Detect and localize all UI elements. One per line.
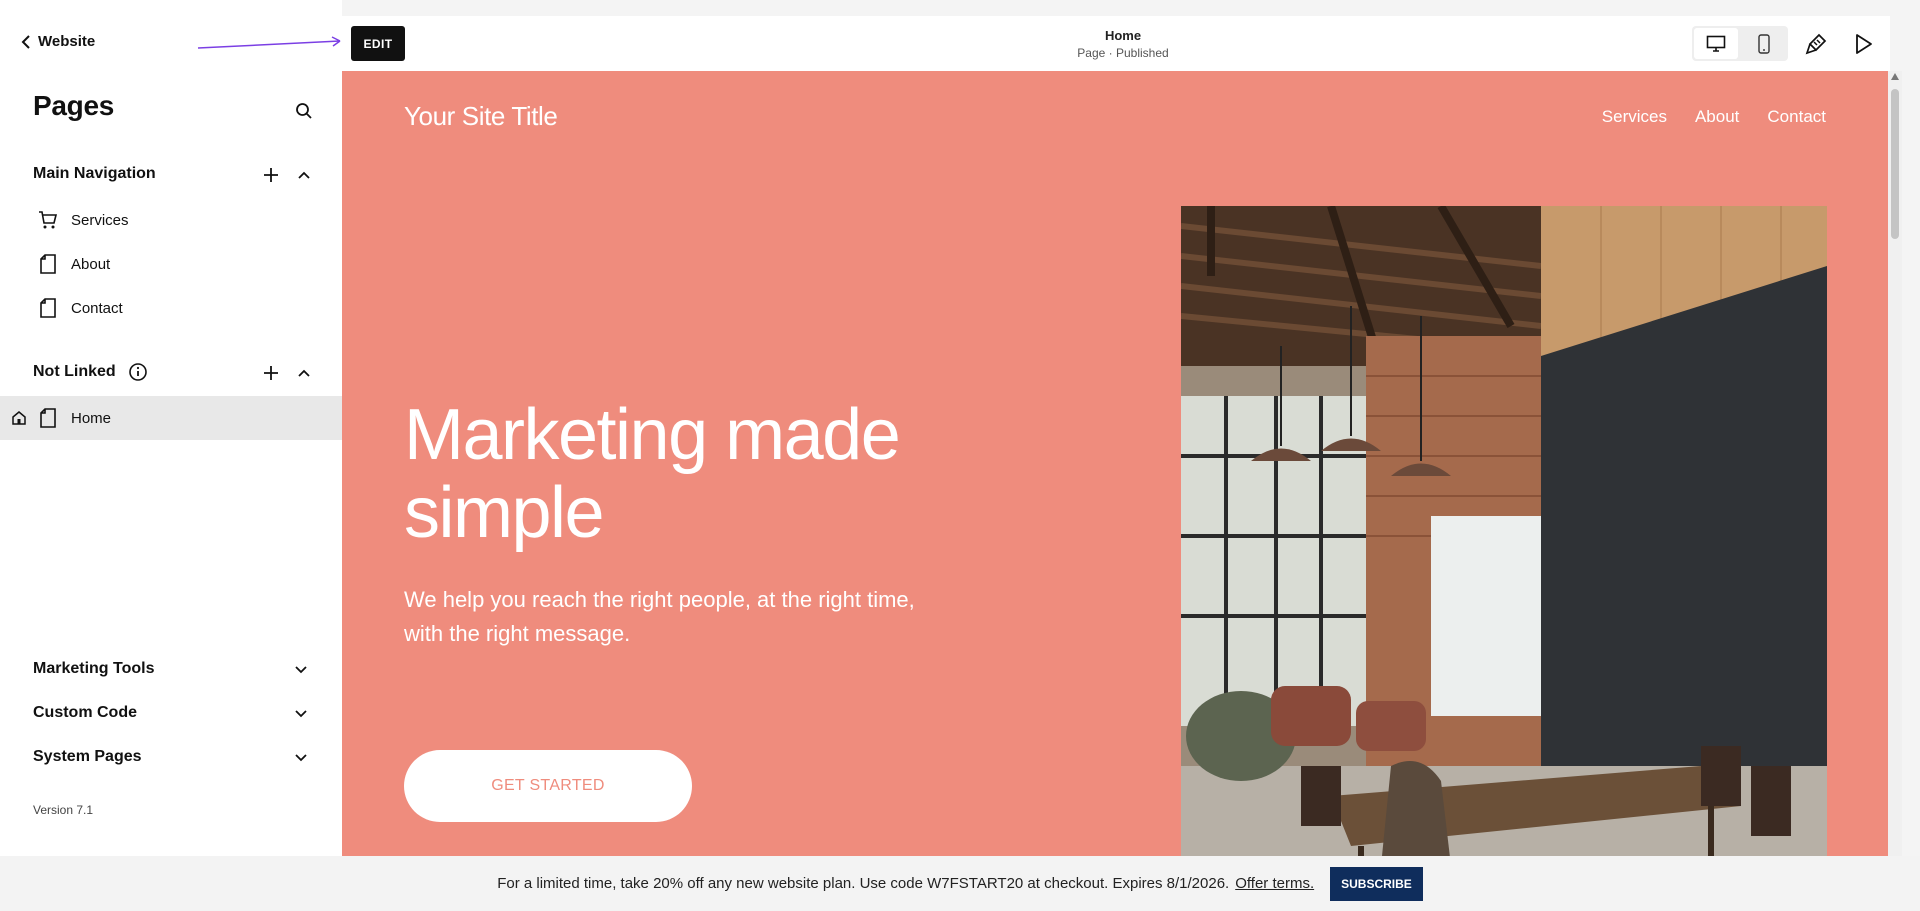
chevron-left-icon xyxy=(21,34,30,49)
office-interior-image xyxy=(1181,206,1827,856)
chevron-down-icon xyxy=(295,666,307,674)
chevron-up-icon[interactable] xyxy=(296,366,312,382)
scrollbar-thumb[interactable] xyxy=(1891,89,1899,239)
section-label: Custom Code xyxy=(33,704,137,721)
hero-heading: Marketing made simple xyxy=(404,395,901,553)
site-nav-contact[interactable]: Contact xyxy=(1767,107,1826,127)
search-icon[interactable] xyxy=(294,101,314,121)
desktop-icon xyxy=(1706,35,1726,52)
system-pages-section[interactable]: System Pages xyxy=(33,748,309,766)
version-label: Version 7.1 xyxy=(33,803,94,817)
site-nav-services[interactable]: Services xyxy=(1602,107,1667,127)
main-navigation-title: Main Navigation xyxy=(33,165,156,182)
subscribe-button[interactable]: SUBSCRIBE xyxy=(1330,866,1423,901)
nav-item-label: Home xyxy=(71,409,112,427)
promo-banner: For a limited time, take 20% off any new… xyxy=(0,856,1920,911)
promo-text: For a limited time, take 20% off any new… xyxy=(497,875,1230,892)
chevron-down-icon xyxy=(295,754,307,762)
chevron-down-icon xyxy=(295,710,307,718)
offer-terms-link[interactable]: Offer terms. xyxy=(1235,875,1314,892)
nav-item-services[interactable]: Services xyxy=(0,198,342,242)
home-icon xyxy=(12,411,26,425)
preview-play-icon[interactable] xyxy=(1851,32,1875,56)
marketing-tools-section[interactable]: Marketing Tools xyxy=(33,660,309,678)
nav-item-contact[interactable]: Contact xyxy=(0,286,342,330)
hero-text: We help you reach the right people, at t… xyxy=(404,587,915,646)
add-page-main-nav-icon[interactable] xyxy=(261,165,281,185)
device-view-toggle xyxy=(1692,26,1788,61)
get-started-button[interactable]: GET STARTED xyxy=(404,750,692,822)
custom-code-section[interactable]: Custom Code xyxy=(33,704,309,722)
nav-item-label: Contact xyxy=(71,299,123,317)
nav-item-about[interactable]: About xyxy=(0,242,342,286)
back-link-label: Website xyxy=(38,33,96,50)
site-header-nav: Services About Contact xyxy=(1602,107,1826,127)
not-linked-header: Not Linked xyxy=(33,362,148,382)
canvas-scrollbar[interactable] xyxy=(1888,71,1902,856)
desktop-view-button[interactable] xyxy=(1694,28,1738,59)
page-icon xyxy=(38,253,58,275)
chevron-up-icon[interactable] xyxy=(296,168,312,184)
site-nav-about[interactable]: About xyxy=(1695,107,1739,127)
page-status: Page · Published xyxy=(1077,46,1169,60)
nav-item-label: Services xyxy=(71,211,129,229)
not-linked-title: Not Linked xyxy=(33,363,116,380)
pages-title: Pages xyxy=(33,90,114,121)
page-info: Home Page · Published xyxy=(1023,28,1223,60)
site-title[interactable]: Your Site Title xyxy=(404,101,558,132)
pages-sidebar: Website Pages Main Navigation Services A… xyxy=(0,0,342,856)
nav-item-home[interactable]: Home xyxy=(0,396,342,440)
page-icon xyxy=(38,407,58,429)
back-to-website-link[interactable]: Website xyxy=(20,33,95,50)
scroll-up-arrow-icon[interactable] xyxy=(1891,73,1899,80)
nav-item-label: About xyxy=(71,255,111,273)
cart-icon xyxy=(38,209,58,231)
page-icon xyxy=(38,297,58,319)
site-preview-canvas[interactable]: Your Site Title Services About Contact M… xyxy=(342,71,1888,856)
design-brush-icon[interactable] xyxy=(1804,32,1828,56)
mobile-view-button[interactable] xyxy=(1742,28,1786,59)
section-label: System Pages xyxy=(33,748,142,765)
mobile-icon xyxy=(1758,33,1770,54)
edit-button[interactable]: EDIT xyxy=(351,26,405,61)
main-navigation-header: Main Navigation xyxy=(33,165,156,183)
add-page-not-linked-icon[interactable] xyxy=(261,363,281,383)
info-icon[interactable] xyxy=(128,362,148,382)
section-label: Marketing Tools xyxy=(33,660,155,677)
page-title: Home xyxy=(1104,28,1142,43)
